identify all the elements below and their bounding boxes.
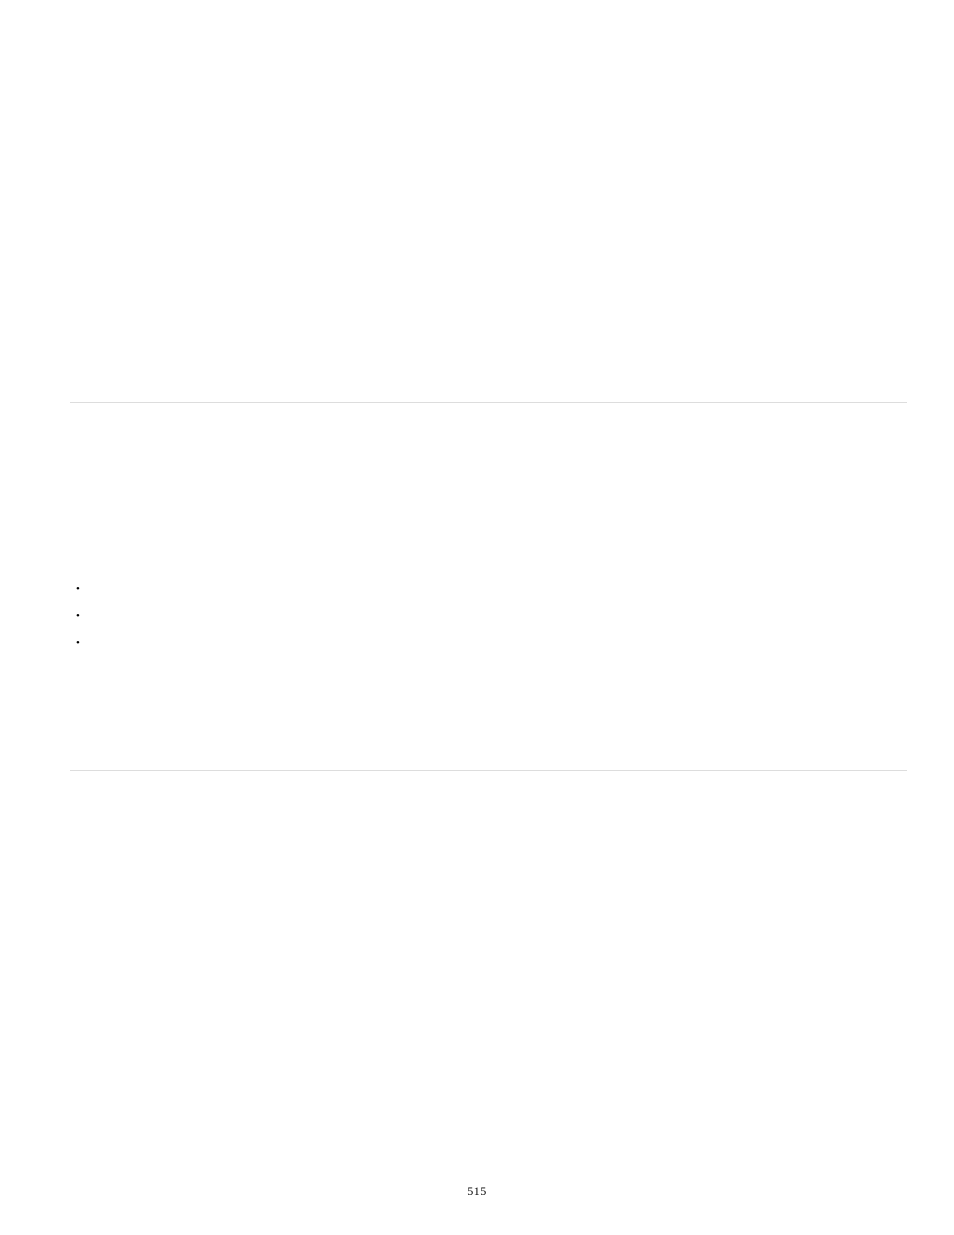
list-item [76, 609, 80, 622]
document-page: 515 [0, 0, 954, 1235]
page-number: 515 [0, 1184, 954, 1199]
horizontal-rule [70, 402, 907, 403]
bullet-list [76, 582, 80, 663]
list-item [76, 582, 80, 595]
list-item [76, 636, 80, 649]
horizontal-rule [70, 770, 907, 771]
